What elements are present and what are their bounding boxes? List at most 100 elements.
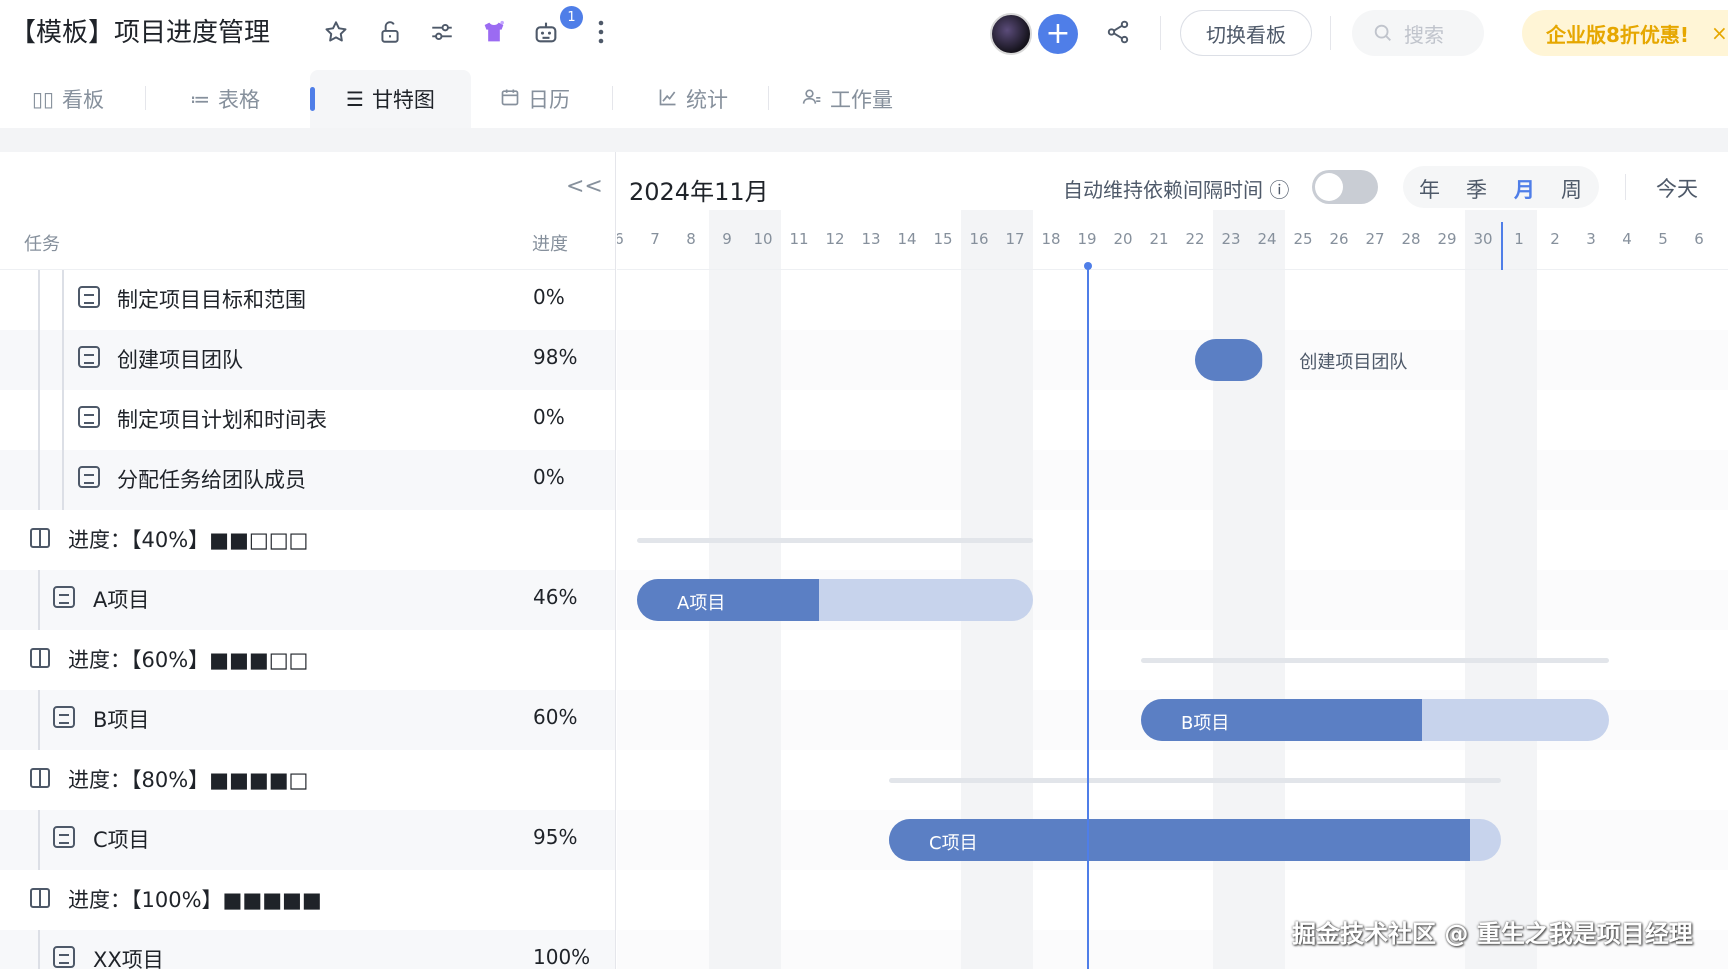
day-label: 28 — [1401, 230, 1421, 248]
group-icon[interactable] — [30, 888, 50, 908]
task-row[interactable]: 分配任务给团队成员 0% — [0, 450, 615, 510]
subtask-icon — [78, 346, 100, 368]
task-row[interactable]: XX项目 100% — [0, 930, 615, 969]
tab-label: 甘特图 — [371, 88, 435, 112]
group-row[interactable]: 进度：【80%】■■■■□ — [0, 750, 615, 810]
tree-line — [38, 810, 40, 870]
tree-line — [38, 450, 40, 510]
scale-week[interactable]: 周 — [1561, 174, 1582, 204]
tree-line — [38, 570, 40, 630]
day-label: 25 — [1293, 230, 1313, 248]
group-icon[interactable] — [30, 648, 50, 668]
tab-gantt[interactable]: ☰ 甘特图 — [310, 70, 471, 128]
column-header-task: 任务 — [24, 234, 60, 255]
search-input[interactable]: 搜索 — [1352, 10, 1484, 56]
day-label: 20 — [1113, 230, 1133, 248]
robot-icon[interactable] — [530, 16, 562, 48]
task-progress: 100% — [533, 945, 591, 969]
tab-label: 统计 — [686, 88, 728, 112]
group-icon[interactable] — [30, 768, 50, 788]
task-row[interactable]: A项目 46% — [0, 570, 615, 630]
gantt-task-bar[interactable] — [1195, 339, 1264, 381]
task-icon — [53, 946, 75, 968]
day-label: 27 — [1365, 230, 1385, 248]
tab-workload[interactable]: 工作量 — [802, 70, 893, 128]
tree-line — [62, 270, 64, 330]
search-icon — [1374, 24, 1391, 41]
star-icon[interactable] — [320, 16, 352, 48]
tab-statistics[interactable]: 统计 — [658, 70, 728, 128]
task-row[interactable]: 制定项目计划和时间表 0% — [0, 390, 615, 450]
promo-banner[interactable]: 企业版8折优惠! × — [1522, 10, 1728, 56]
task-row[interactable]: 制定项目目标和范围 0% — [0, 270, 615, 330]
tab-table[interactable]: ≔ 表格 — [190, 70, 260, 128]
share-icon[interactable] — [1102, 16, 1134, 48]
task-row[interactable]: B项目 60% — [0, 690, 615, 750]
kanban-icon: ▯▯ — [32, 87, 55, 111]
gantt-chart: 2024年11月 自动维持依赖间隔时间 ⓘ 年 季 月 周 今天 6 7 8 9 10 1… — [617, 152, 1728, 969]
tab-calendar[interactable]: 日历 — [500, 70, 570, 128]
day-label: 22 — [1185, 230, 1205, 248]
day-label: 3 — [1586, 230, 1596, 248]
today-button[interactable]: 今天 — [1656, 173, 1698, 203]
auto-keep-interval-toggle[interactable] — [1312, 170, 1378, 204]
group-row[interactable]: 进度：【40%】■■□□□ — [0, 510, 615, 570]
tree-line — [38, 690, 40, 750]
calendar-icon — [500, 87, 520, 112]
tree-line — [38, 930, 40, 969]
unlock-icon[interactable] — [374, 16, 406, 48]
day-label: 11 — [789, 230, 809, 248]
task-name: B项目 — [93, 708, 150, 732]
workload-icon — [802, 87, 822, 112]
group-row[interactable]: 进度：【60%】■■■□□ — [0, 630, 615, 690]
table-icon: ≔ — [190, 87, 210, 111]
task-row[interactable]: 创建项目团队 98% — [0, 330, 615, 390]
scale-year[interactable]: 年 — [1419, 174, 1440, 204]
scale-quarter[interactable]: 季 — [1466, 174, 1487, 204]
add-member-button[interactable]: + — [1038, 14, 1078, 54]
filter-settings-icon[interactable] — [426, 16, 458, 48]
group-icon[interactable] — [30, 528, 50, 548]
day-label: 24 — [1257, 230, 1277, 248]
subtask-icon — [78, 466, 100, 488]
task-name: 进度：【60%】■■■□□ — [68, 648, 309, 672]
gantt-task-bar[interactable]: A项目 — [637, 579, 1033, 621]
gantt-task-bar[interactable]: C项目 — [889, 819, 1501, 861]
task-progress: 98% — [533, 345, 578, 369]
tree-line — [38, 270, 40, 330]
task-progress: 0% — [533, 465, 565, 489]
group-row[interactable]: 进度：【100%】■■■■■ — [0, 870, 615, 930]
task-name: 分配任务给团队成员 — [117, 468, 306, 492]
time-scale-selector: 年 季 月 周 — [1403, 166, 1599, 208]
skin-theme-icon[interactable] — [478, 16, 510, 48]
weekend-column — [1465, 270, 1501, 969]
bar-label: A项目 — [677, 593, 726, 614]
day-label: 6 — [1694, 230, 1704, 248]
day-label: 30 — [1473, 230, 1493, 248]
today-marker — [1084, 262, 1092, 270]
task-name: 进度：【100%】■■■■■ — [68, 888, 322, 912]
user-avatar[interactable] — [990, 13, 1032, 55]
more-vertical-icon[interactable] — [585, 16, 617, 48]
robot-notification-badge: 1 — [560, 6, 583, 29]
tab-label: 表格 — [218, 88, 260, 112]
view-tabs: ▯▯ 看板 ≔ 表格 ☰ 甘特图 日历 统计 工作量 — [0, 70, 1728, 128]
auto-keep-interval-label: 自动维持依赖间隔时间 ⓘ — [1063, 178, 1290, 202]
promo-close-icon[interactable]: × — [1711, 21, 1728, 45]
collapse-panel-button[interactable]: << — [566, 174, 603, 199]
board-title[interactable]: 【模板】项目进度管理 — [10, 12, 270, 49]
tab-kanban[interactable]: ▯▯ 看板 — [32, 70, 104, 128]
day-label: 4 — [1622, 230, 1632, 248]
day-label: 19 — [1077, 230, 1097, 248]
scale-month[interactable]: 月 — [1514, 174, 1535, 204]
bar-label: B项目 — [1181, 713, 1230, 734]
progress-fill — [637, 579, 820, 621]
group-summary-bar — [637, 538, 1033, 543]
task-row[interactable]: C项目 95% — [0, 810, 615, 870]
gantt-task-bar[interactable]: B项目 — [1141, 699, 1609, 741]
day-label: 15 — [933, 230, 953, 248]
task-name: 制定项目计划和时间表 — [117, 408, 327, 432]
switch-board-button[interactable]: 切换看板 — [1180, 10, 1312, 56]
column-header-progress: 进度 — [532, 234, 568, 255]
tree-line — [38, 390, 40, 450]
